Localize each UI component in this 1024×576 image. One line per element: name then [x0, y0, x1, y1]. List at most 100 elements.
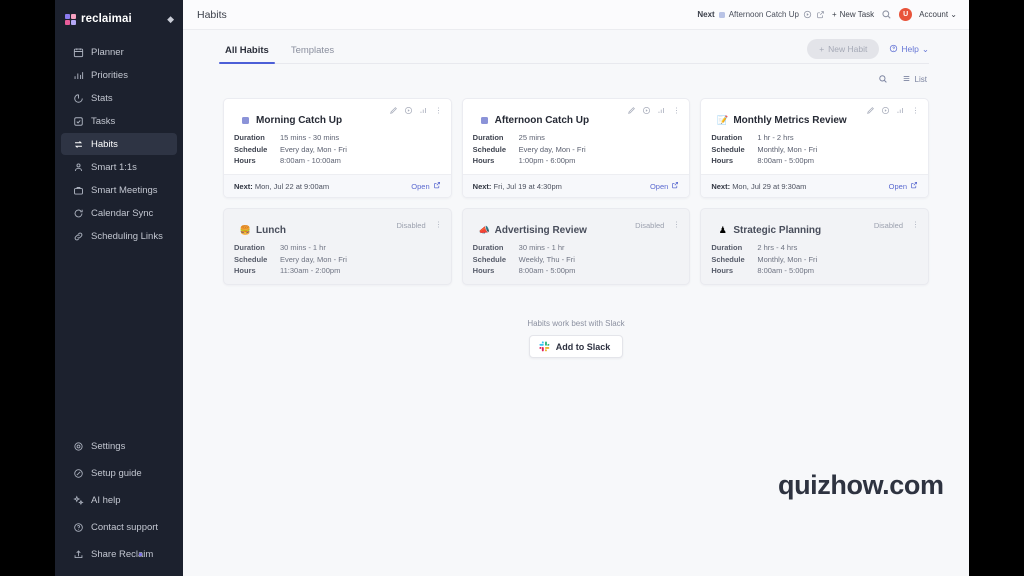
search-icon[interactable]: [881, 9, 892, 20]
sidebar-item-calendar-sync[interactable]: Calendar Sync: [61, 202, 177, 224]
slack-caption: Habits work best with Slack: [527, 319, 625, 328]
habit-card-footer: Next: Fri, Jul 19 at 4:30pm Open: [462, 174, 690, 197]
duration-value: 1 hr - 2 hrs: [757, 133, 794, 142]
hours-label: Hours: [234, 266, 256, 275]
hours-value: 8:00am - 5:00pm: [757, 266, 815, 275]
duration-value: 30 mins - 1 hr: [518, 243, 565, 252]
account-menu[interactable]: Account ⌄: [919, 10, 957, 19]
sidebar-item-smart-meetings[interactable]: Smart Meetings: [61, 179, 177, 201]
duration-label: Duration: [472, 243, 504, 252]
play-circle-icon[interactable]: [881, 106, 890, 115]
pencil-icon[interactable]: [866, 106, 875, 115]
pencil-icon[interactable]: [627, 106, 636, 115]
brand[interactable]: reclaimai ◆: [55, 0, 183, 30]
more-vertical-icon[interactable]: [434, 216, 443, 234]
bar-chart-icon[interactable]: [657, 106, 666, 115]
sidebar-item-label: Contact support: [91, 521, 159, 533]
habit-card-actions: Disabled: [396, 216, 442, 234]
duration-value: 25 mins: [518, 133, 545, 142]
hours-value: 8:00am - 5:00pm: [518, 266, 576, 275]
schedule-value: Monthly, Mon - Fri: [757, 144, 818, 154]
habit-card-actions: Disabled: [874, 216, 920, 234]
play-circle-icon[interactable]: [404, 106, 413, 115]
bar-chart-icon[interactable]: [419, 106, 428, 115]
habit-card[interactable]: 📝 Monthly Metrics Review Duration 1 hr -…: [700, 98, 929, 198]
external-link-icon: [910, 181, 918, 191]
sidebar: reclaimai ◆ Planner Priorities Stats Tas…: [55, 0, 183, 576]
hours-label: Hours: [472, 266, 495, 275]
external-link-icon[interactable]: [816, 10, 825, 19]
habit-title-row: Morning Catch Up: [234, 115, 441, 126]
open-link[interactable]: Open: [650, 181, 679, 191]
sidebar-item-label: Tasks: [91, 115, 116, 127]
next-label: Next:: [711, 181, 731, 191]
sidebar-item-ai-help[interactable]: AI help: [61, 489, 177, 511]
avatar[interactable]: U: [899, 8, 913, 21]
tab-all-habits[interactable]: All Habits: [219, 45, 275, 64]
sidebar-item-share-reclaim[interactable]: Share Reclaim: [61, 543, 177, 565]
next-occurrence: Next: Mon, Jul 22 at 9:00am: [234, 182, 329, 191]
habit-title: Lunch: [256, 225, 286, 236]
habit-card[interactable]: Disabled 🍔 Lunch Duration 30 mins - 1 hr…: [223, 208, 452, 285]
pencil-icon[interactable]: [389, 106, 398, 115]
new-task-button[interactable]: + New Task: [832, 10, 874, 19]
new-habit-button[interactable]: + New Habit: [807, 39, 880, 59]
sidebar-item-smart-1-1s[interactable]: Smart 1:1s: [61, 156, 177, 178]
tabs-actions: + New Habit Help ⌄: [807, 39, 929, 63]
sidebar-item-tasks[interactable]: Tasks: [61, 110, 177, 132]
habit-card[interactable]: Morning Catch Up Duration 15 mins - 30 m…: [223, 98, 452, 198]
chevron-down-icon: ⌄: [921, 43, 929, 54]
pin-icon[interactable]: ◆: [167, 14, 174, 24]
more-vertical-icon[interactable]: [911, 106, 920, 115]
sidebar-item-priorities[interactable]: Priorities: [61, 64, 177, 86]
sidebar-item-label: Planner: [91, 46, 124, 58]
open-link[interactable]: Open: [411, 181, 440, 191]
add-to-slack-button[interactable]: Add to Slack: [528, 335, 624, 358]
habit-card-body: 📝 Monthly Metrics Review Duration 1 hr -…: [701, 99, 928, 174]
habits-grid: Morning Catch Up Duration 15 mins - 30 m…: [223, 98, 929, 285]
plus-icon: +: [819, 44, 825, 54]
habit-card-footer: Next: Mon, Jul 22 at 9:00am Open: [224, 174, 451, 197]
slack-promo: Habits work best with Slack Add to Slack: [223, 319, 929, 358]
sidebar-item-settings[interactable]: Settings: [61, 435, 177, 457]
screenshot-root: reclaimai ◆ Planner Priorities Stats Tas…: [0, 0, 1024, 576]
habit-card[interactable]: Afternoon Catch Up Duration 25 mins Sche…: [461, 98, 691, 198]
sidebar-item-habits[interactable]: Habits: [61, 133, 177, 155]
slack-icon: [539, 341, 550, 352]
new-task-label: New Task: [839, 10, 875, 19]
list-label: List: [914, 74, 927, 84]
activity-icon: [73, 93, 84, 104]
external-link-icon: [671, 181, 679, 191]
play-circle-icon[interactable]: [803, 10, 812, 19]
habit-card-body: Disabled ♟ Strategic Planning Duration 2…: [701, 209, 928, 284]
duration-value: 15 mins - 30 mins: [280, 133, 340, 142]
sparkle-icon: [73, 495, 84, 506]
sidebar-item-setup-guide[interactable]: Setup guide: [61, 462, 177, 484]
sidebar-item-scheduling-links[interactable]: Scheduling Links: [61, 225, 177, 247]
open-link[interactable]: Open: [889, 181, 918, 191]
list-view-toggle[interactable]: List: [902, 74, 927, 85]
search-icon[interactable]: [878, 74, 888, 84]
bar-chart-icon[interactable]: [896, 106, 905, 115]
content-area: All Habits Templates + New Habit Help ⌄ …: [183, 30, 969, 576]
more-vertical-icon[interactable]: [911, 216, 920, 234]
play-circle-icon[interactable]: [642, 106, 651, 115]
habit-card[interactable]: Disabled ♟ Strategic Planning Duration 2…: [700, 208, 929, 285]
brand-name: reclaimai: [81, 13, 132, 25]
habit-card[interactable]: Disabled 📣 Advertising Review Duration 3…: [461, 208, 691, 285]
habit-card-body: Disabled 📣 Advertising Review Duration 3…: [463, 209, 690, 284]
sidebar-item-planner[interactable]: Planner: [61, 41, 177, 63]
tab-templates[interactable]: Templates: [289, 45, 336, 63]
tabs: All Habits Templates + New Habit Help ⌄: [219, 30, 929, 64]
sidebar-item-contact-support[interactable]: Contact support: [61, 516, 177, 538]
share-icon: [73, 549, 84, 560]
more-vertical-icon[interactable]: [672, 216, 681, 234]
check-square-icon: [73, 116, 84, 127]
sidebar-item-stats[interactable]: Stats: [61, 87, 177, 109]
bar-chart-icon: [73, 70, 84, 81]
more-vertical-icon[interactable]: [672, 106, 681, 115]
more-vertical-icon[interactable]: [434, 106, 443, 115]
next-event-chip[interactable]: Next Afternoon Catch Up: [697, 10, 825, 19]
habit-title: Strategic Planning: [733, 225, 822, 236]
help-menu[interactable]: Help ⌄: [889, 44, 929, 55]
